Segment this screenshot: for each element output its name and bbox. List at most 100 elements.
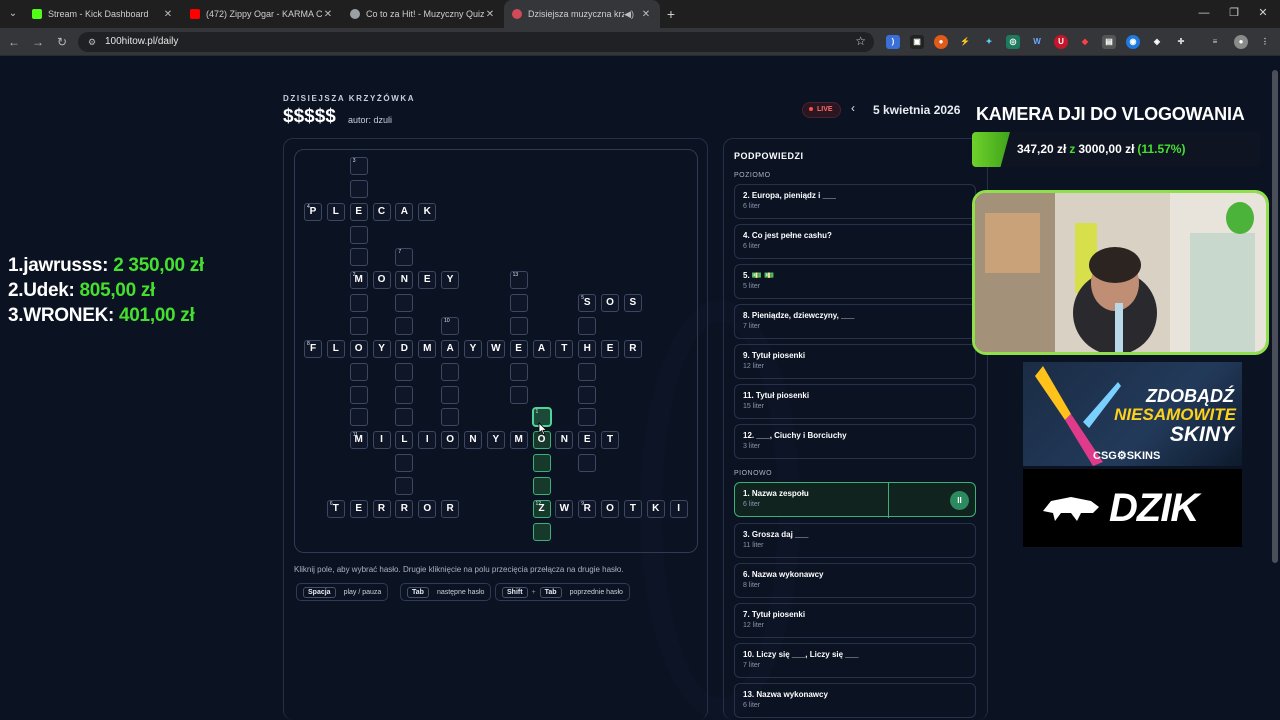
crossword-cell[interactable]: A: [441, 339, 460, 358]
close-icon[interactable]: ✕: [484, 9, 496, 20]
clue-down-1[interactable]: 1. Nazwa zespołu 6 liter II: [734, 482, 976, 518]
crossword-cell[interactable]: P4: [304, 202, 322, 221]
crossword-cell[interactable]: [395, 316, 414, 335]
crossword-cell[interactable]: M: [418, 339, 437, 358]
crossword-cell[interactable]: [532, 522, 551, 541]
crossword-cell[interactable]: D: [395, 339, 414, 358]
crossword-cell[interactable]: F8: [304, 339, 322, 358]
crossword-cell[interactable]: O: [418, 499, 437, 518]
reload-icon[interactable]: ↻: [54, 34, 70, 50]
crossword-cell[interactable]: [349, 179, 368, 198]
crossword-cell[interactable]: K: [418, 202, 437, 221]
crossword-cell[interactable]: E: [349, 499, 368, 518]
crossword-cell[interactable]: N: [395, 271, 414, 290]
clue-across-4[interactable]: 4. Co jest pełne cashu? 6 liter: [734, 224, 976, 259]
extension-icon[interactable]: ⚡: [958, 35, 972, 49]
crossword-cell[interactable]: [578, 454, 597, 473]
clue-across-5[interactable]: 5. 💵 💵 5 liter: [734, 264, 976, 299]
crossword-cell[interactable]: N: [555, 431, 574, 450]
forward-icon[interactable]: →: [30, 34, 46, 50]
extension-icon[interactable]: W: [1030, 35, 1044, 49]
crossword-cell[interactable]: [532, 454, 551, 473]
crossword-cell[interactable]: R: [372, 499, 391, 518]
crossword-cell[interactable]: [578, 408, 597, 427]
pause-button[interactable]: II: [950, 491, 969, 510]
crossword-cell[interactable]: [349, 362, 368, 381]
reading-list-icon[interactable]: ≡: [1208, 35, 1222, 49]
close-icon[interactable]: ✕: [162, 9, 174, 20]
crossword-cell[interactable]: O: [441, 431, 460, 450]
tab-kick-dashboard[interactable]: Stream - Kick Dashboard ✕: [24, 0, 182, 28]
ublock-icon[interactable]: U: [1054, 35, 1068, 49]
crossword-cell[interactable]: O: [601, 499, 620, 518]
menu-kebab-icon[interactable]: ⋮: [1258, 35, 1272, 49]
extension-icon[interactable]: ●: [934, 35, 948, 49]
close-icon[interactable]: ✕: [640, 9, 652, 20]
crossword-cell[interactable]: W: [555, 499, 574, 518]
extension-icon[interactable]: ◉: [1126, 35, 1140, 49]
clue-across-9[interactable]: 9. Tytuł piosenki 12 liter: [734, 344, 976, 379]
crossword-cell[interactable]: O: [372, 271, 391, 290]
crossword-cell[interactable]: [441, 362, 460, 381]
site-info-icon[interactable]: ⚙: [86, 36, 98, 48]
clue-down-6[interactable]: 6. Nazwa wykonawcy 8 liter: [734, 563, 976, 598]
crossword-cell[interactable]: [395, 476, 414, 495]
clue-down-13[interactable]: 13. Nazwa wykonawcy 6 liter: [734, 683, 976, 718]
crossword-cell[interactable]: A: [395, 202, 414, 221]
dzik-sponsor-logo[interactable]: DZIK: [1023, 469, 1242, 547]
crossword-cell[interactable]: [395, 454, 414, 473]
url-field[interactable]: ⚙ 100hitow.pl/daily ☆: [78, 32, 874, 52]
crossword-cell[interactable]: E: [578, 431, 597, 450]
crossword-cell[interactable]: 3: [349, 157, 368, 175]
crossword-cell[interactable]: R: [623, 339, 642, 358]
crossword-cell[interactable]: S5: [578, 294, 597, 313]
crossword-cell[interactable]: [395, 294, 414, 313]
crossword-cell[interactable]: R: [441, 499, 460, 518]
crossword-cell[interactable]: E: [349, 202, 368, 221]
csgoskins-ad[interactable]: ZDOBĄDŹ NIESAMOWITE SKINY CSG⚙SKINS: [1023, 362, 1242, 466]
crossword-cell[interactable]: [509, 385, 528, 404]
crossword-cell[interactable]: E: [601, 339, 620, 358]
crossword-cell[interactable]: [395, 408, 414, 427]
speaker-icon[interactable]: ◀): [624, 9, 634, 20]
crossword-cell[interactable]: [395, 362, 414, 381]
chevron-left-icon[interactable]: ‹: [851, 101, 855, 115]
crossword-cell[interactable]: [349, 248, 368, 267]
clue-down-10[interactable]: 10. Liczy się ___, Liczy się ___ 7 liter: [734, 643, 976, 678]
clue-down-3[interactable]: 3. Grosza daj ___ 11 liter: [734, 523, 976, 558]
crossword-cell[interactable]: T: [623, 499, 642, 518]
crossword-cell[interactable]: M 11: [349, 431, 368, 450]
crossword-cell[interactable]: [578, 316, 597, 335]
crossword-cell[interactable]: [578, 362, 597, 381]
crossword-cell[interactable]: Y: [486, 431, 505, 450]
extension-icon[interactable]: ✦: [982, 35, 996, 49]
crossword-cell[interactable]: I: [372, 431, 391, 450]
crossword-cell[interactable]: [349, 294, 368, 313]
crossword-cell[interactable]: E: [418, 271, 437, 290]
crossword-cell[interactable]: 13: [509, 271, 528, 290]
extension-icon[interactable]: ◎: [1006, 35, 1020, 49]
crossword-cell[interactable]: M2: [349, 271, 368, 290]
crossword-cell[interactable]: T: [601, 431, 620, 450]
clue-down-7[interactable]: 7. Tytuł piosenki 12 liter: [734, 603, 976, 638]
extension-icon[interactable]: ▤: [1102, 35, 1116, 49]
extension-icon[interactable]: ◆: [1078, 35, 1092, 49]
crossword-cell[interactable]: [349, 408, 368, 427]
crossword-cell[interactable]: L: [326, 202, 345, 221]
profile-avatar-icon[interactable]: ●: [1234, 35, 1248, 49]
crossword-cell[interactable]: R: [395, 499, 414, 518]
crossword-cell[interactable]: 10: [441, 316, 460, 335]
bookmark-star-icon[interactable]: ☆: [855, 34, 866, 48]
crossword-cell[interactable]: Z 12: [532, 499, 551, 518]
restore-icon[interactable]: ❐: [1226, 5, 1242, 21]
tab-search-menu-icon[interactable]: ⌄: [4, 5, 22, 23]
crossword-cell[interactable]: L: [326, 339, 345, 358]
crossword-cell[interactable]: [532, 476, 551, 495]
crossword-cell[interactable]: T: [555, 339, 574, 358]
crossword-cell[interactable]: S: [623, 294, 642, 313]
tab-crossword[interactable]: Dzisiejsza muzyczna krzyżó ◀) ✕: [504, 0, 660, 28]
crossword-cell[interactable]: 7: [395, 248, 414, 267]
crossword-cell[interactable]: A: [532, 339, 551, 358]
window-close-icon[interactable]: ✕: [1255, 5, 1271, 21]
crossword-cell[interactable]: Y: [372, 339, 391, 358]
